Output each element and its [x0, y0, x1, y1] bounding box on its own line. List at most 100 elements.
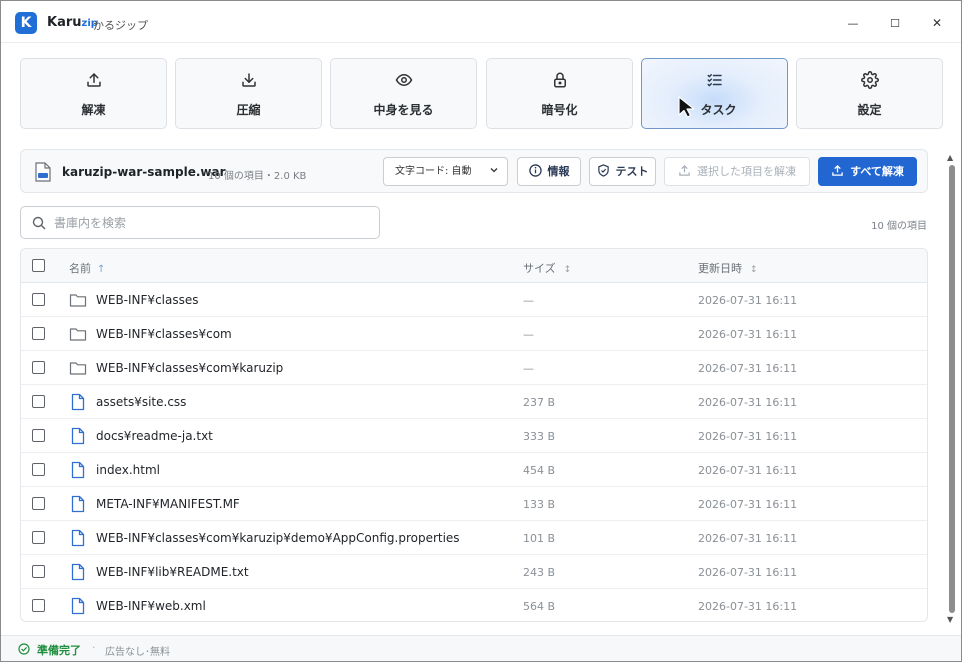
table-row[interactable]: index.html 454 B 2026-07-31 16:11 — [21, 453, 927, 487]
status-separator: · — [92, 641, 96, 654]
row-size: 243 B — [523, 566, 556, 579]
row-checkbox[interactable] — [32, 327, 45, 340]
scroll-down-arrow-icon[interactable]: ▼ — [947, 615, 953, 624]
row-name: WEB-INF¥web.xml — [96, 599, 206, 613]
app-subtitle: かるジップ — [93, 19, 148, 32]
file-icon — [69, 529, 87, 547]
status-ad-free: 広告なし･無料 — [105, 647, 170, 658]
file-icon — [69, 461, 87, 479]
row-name: index.html — [96, 463, 160, 477]
column-header-name[interactable]: 名前 ↑ — [69, 260, 105, 276]
row-size: 101 B — [523, 532, 556, 545]
table-row[interactable]: WEB-INF¥classes¥com — 2026-07-31 16:11 — [21, 317, 927, 351]
row-checkbox[interactable] — [32, 531, 45, 544]
test-button-label: テスト — [615, 165, 649, 178]
encoding-select[interactable]: 文字コード: 自動 — [383, 157, 508, 186]
row-checkbox[interactable] — [32, 395, 45, 408]
toolbar-task-button[interactable]: タスク — [641, 58, 788, 129]
close-icon: ✕ — [931, 16, 943, 30]
download-icon — [176, 71, 321, 91]
toolbar-settings-label: 設定 — [857, 103, 882, 117]
table-row[interactable]: WEB-INF¥classes¥com¥karuzip — 2026-07-31 1… — [21, 351, 927, 385]
toolbar-settings-button[interactable]: 設定 — [796, 58, 943, 129]
toolbar-task-label: タスク — [700, 103, 737, 117]
test-button[interactable]: テスト — [589, 157, 656, 186]
row-checkbox[interactable] — [32, 293, 45, 306]
search-box[interactable] — [20, 206, 380, 239]
column-header-size[interactable]: サイズ ↕ — [523, 260, 571, 276]
row-checkbox[interactable] — [32, 361, 45, 374]
encoding-select-value: 文字コード: 自動 — [395, 166, 472, 177]
toolbar-encrypt-button[interactable]: 暗号化 — [486, 58, 633, 129]
row-checkbox[interactable] — [32, 599, 45, 612]
toolbar-compress-button[interactable]: 圧縮 — [175, 58, 322, 129]
table-row[interactable]: META-INF¥MANIFEST.MF 133 B 2026-07-31 16:1… — [21, 487, 927, 521]
toolbar-extract-label: 解凍 — [81, 103, 106, 117]
minimize-icon: — — [847, 17, 859, 30]
toolbar-view-label: 中身を見る — [373, 103, 434, 117]
row-date: 2026-07-31 16:11 — [698, 430, 798, 443]
extract-all-button[interactable]: すべて解凍 — [818, 157, 917, 186]
table-row[interactable]: assets¥site.css 237 B 2026-07-31 16:11 — [21, 385, 927, 419]
close-button[interactable]: ✕ — [922, 9, 952, 37]
extract-selected-button[interactable]: 選択した項目を解凍 — [664, 157, 810, 186]
row-date: 2026-07-31 16:11 — [698, 498, 798, 511]
column-size-label: サイズ — [523, 262, 556, 275]
upload-icon — [21, 71, 166, 91]
table-row[interactable]: WEB-INF¥lib¥README.txt 243 B 2026-07-31 16… — [21, 555, 927, 589]
archive-info-bar: karuzip-war-sample.war 10 個の項目・2.0 KB 文字… — [20, 149, 928, 193]
scroll-up-arrow-icon[interactable]: ▲ — [947, 153, 953, 162]
sort-ascending-icon: ↑ — [97, 264, 106, 275]
file-table: 名前 ↑ サイズ ↕ 更新日時 ↕ WEB-INF¥classes — 2026-07-3… — [20, 248, 928, 622]
row-date: 2026-07-31 16:11 — [698, 464, 798, 477]
toolbar-extract-button[interactable]: 解凍 — [20, 58, 167, 129]
table-row[interactable]: WEB-INF¥web.xml 564 B 2026-07-31 16:11 — [21, 589, 927, 621]
mouse-cursor-icon — [678, 96, 695, 118]
upload-icon — [679, 165, 690, 176]
extract-all-label: すべて解凍 — [850, 165, 904, 178]
toolbar-compress-label: 圧縮 — [236, 103, 261, 117]
table-row[interactable]: WEB-INF¥classes — 2026-07-31 16:11 — [21, 283, 927, 317]
row-date: 2026-07-31 16:11 — [698, 566, 798, 579]
toolbar-view-button[interactable]: 中身を見る — [330, 58, 477, 129]
row-date: 2026-07-31 16:11 — [698, 328, 798, 341]
row-checkbox[interactable] — [32, 565, 45, 578]
table-row[interactable]: docs¥readme-ja.txt 333 B 2026-07-31 16:11 — [21, 419, 927, 453]
file-icon — [69, 563, 87, 581]
sort-icon: ↕ — [750, 265, 758, 275]
row-size: 454 B — [523, 464, 556, 477]
maximize-button[interactable]: ☐ — [880, 9, 910, 37]
table-row[interactable]: WEB-INF¥classes¥com¥karuzip¥demo¥AppConf… — [21, 521, 927, 555]
search-input[interactable] — [54, 213, 364, 233]
chevron-down-icon — [489, 158, 499, 185]
row-name: WEB-INF¥classes¥com¥karuzip — [96, 361, 284, 375]
row-date: 2026-07-31 16:11 — [698, 362, 798, 375]
file-icon — [69, 393, 87, 411]
row-date: 2026-07-31 16:11 — [698, 294, 798, 307]
table-header: 名前 ↑ サイズ ↕ 更新日時 ↕ — [21, 249, 927, 283]
row-checkbox[interactable] — [32, 429, 45, 442]
task-list-icon — [642, 71, 787, 91]
info-button[interactable]: 情報 — [517, 157, 581, 186]
lock-icon — [487, 71, 632, 91]
row-date: 2026-07-31 16:11 — [698, 600, 798, 613]
extract-selected-label: 選択した項目を解凍 — [697, 165, 796, 178]
vertical-scrollbar[interactable] — [949, 165, 955, 613]
sort-icon: ↕ — [563, 265, 572, 275]
upload-icon — [832, 164, 843, 176]
row-name: WEB-INF¥classes¥com¥karuzip¥demo¥AppConf… — [96, 531, 460, 545]
row-checkbox[interactable] — [32, 463, 45, 476]
archive-file-icon — [35, 162, 51, 182]
column-header-date[interactable]: 更新日時 ↕ — [698, 260, 758, 276]
column-name-label: 名前 — [69, 262, 91, 275]
toolbar-encrypt-label: 暗号化 — [541, 103, 578, 117]
row-name: docs¥readme-ja.txt — [96, 429, 213, 443]
app-logo-icon: K — [15, 12, 37, 34]
app-window: K Karuzip かるジップ — ☐ ✕ 解凍 圧縮 中身を見る 暗号化 タス… — [0, 0, 962, 662]
select-all-checkbox[interactable] — [32, 259, 45, 272]
row-size: — — [523, 328, 534, 341]
minimize-button[interactable]: — — [838, 9, 868, 37]
row-checkbox[interactable] — [32, 497, 45, 510]
archive-filename: karuzip-war-sample.war — [62, 165, 226, 179]
title-bar[interactable]: K Karuzip かるジップ — ☐ ✕ — [1, 1, 961, 43]
